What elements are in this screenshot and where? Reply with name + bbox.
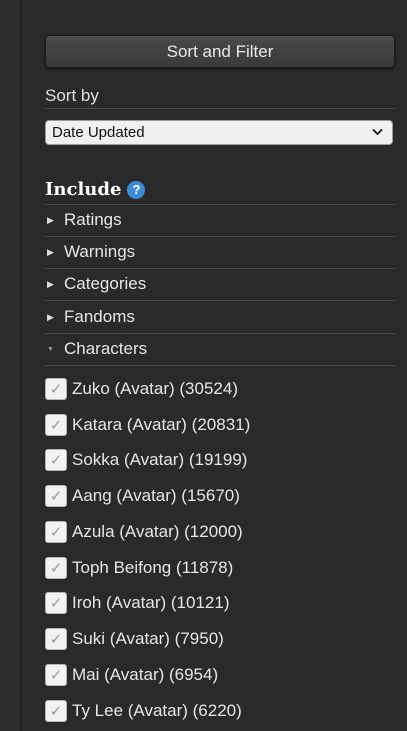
checkbox[interactable]: ✓ (45, 557, 67, 579)
checkbox[interactable]: ✓ (45, 700, 67, 722)
character-filter-item: ✓ Toph Beifong (11878) (45, 554, 233, 582)
check-icon: ✓ (49, 452, 63, 469)
left-edge-strip (0, 0, 21, 731)
character-filter-item: ✓ Suki (Avatar) (7950) (45, 625, 224, 653)
caret-down-icon: ▼ (47, 345, 54, 353)
character-label[interactable]: Azula (Avatar) (12000) (72, 522, 243, 542)
section-label: Ratings (64, 210, 122, 229)
help-icon[interactable]: ? (127, 180, 146, 199)
checkbox[interactable]: ✓ (45, 378, 67, 400)
character-label[interactable]: Toph Beifong (11878) (72, 558, 233, 578)
character-filter-item: ✓ Zuko (Avatar) (30524) (45, 375, 238, 403)
character-filter-item: ✓ Sokka (Avatar) (19199) (45, 446, 247, 474)
check-icon: ✓ (49, 560, 63, 577)
character-filter-item: ✓ Azula (Avatar) (12000) (45, 518, 243, 546)
character-label[interactable]: Sokka (Avatar) (19199) (72, 450, 247, 470)
check-icon: ✓ (49, 667, 63, 684)
character-filter-item: ✓ Katara (Avatar) (20831) (45, 411, 250, 439)
section-fandoms[interactable]: ▶ Fandoms (45, 301, 395, 333)
sort-by-label: Sort by (45, 86, 99, 105)
caret-right-icon: ▶ (47, 246, 54, 257)
character-filter-item: ✓ Mai (Avatar) (6954) (45, 661, 218, 689)
check-icon: ✓ (49, 381, 63, 398)
section-label: Fandoms (64, 307, 135, 326)
character-label[interactable]: Katara (Avatar) (20831) (72, 415, 250, 435)
character-label[interactable]: Iroh (Avatar) (10121) (72, 593, 229, 613)
check-icon: ✓ (49, 595, 63, 612)
character-filter-item: ✓ Ty Lee (Avatar) (6220) (45, 697, 242, 725)
checkbox[interactable]: ✓ (45, 414, 67, 436)
caret-right-icon: ▶ (47, 214, 54, 225)
character-label[interactable]: Ty Lee (Avatar) (6220) (72, 701, 242, 721)
caret-right-icon: ▶ (47, 278, 54, 289)
character-label[interactable]: Mai (Avatar) (6954) (72, 665, 218, 685)
checkbox[interactable]: ✓ (45, 485, 67, 507)
check-icon: ✓ (49, 631, 63, 648)
check-icon: ✓ (49, 488, 63, 505)
sort-filter-panel: Sort and Filter Sort by Date Updated Inc… (45, 0, 395, 731)
section-label: Warnings (64, 242, 136, 261)
section-categories[interactable]: ▶ Categories (45, 268, 395, 300)
section-warnings[interactable]: ▶ Warnings (45, 236, 395, 268)
checkbox[interactable]: ✓ (45, 449, 67, 471)
checkbox[interactable]: ✓ (45, 592, 67, 614)
checkbox[interactable]: ✓ (45, 664, 67, 686)
checkbox[interactable]: ✓ (45, 628, 67, 650)
chevron-down-icon (372, 125, 383, 139)
sort-by-selected-value: Date Updated (52, 124, 145, 141)
sort-and-filter-button[interactable]: Sort and Filter (45, 35, 395, 68)
section-ratings[interactable]: ▶ Ratings (45, 204, 395, 236)
character-label[interactable]: Suki (Avatar) (7950) (72, 629, 224, 649)
divider (45, 365, 395, 366)
section-label: Characters (64, 339, 148, 358)
check-icon: ✓ (49, 703, 63, 720)
include-heading-label: Include (45, 179, 122, 200)
checkbox[interactable]: ✓ (45, 521, 67, 543)
check-icon: ✓ (49, 524, 63, 541)
character-label[interactable]: Aang (Avatar) (15670) (72, 486, 240, 506)
character-filter-item: ✓ Aang (Avatar) (15670) (45, 482, 240, 510)
caret-right-icon: ▶ (47, 311, 54, 322)
section-label: Categories (64, 274, 147, 293)
include-heading: Include ? (45, 179, 146, 200)
sort-by-select[interactable]: Date Updated (45, 120, 393, 145)
section-characters[interactable]: ▼ Characters (45, 333, 395, 365)
check-icon: ✓ (49, 417, 63, 434)
character-label[interactable]: Zuko (Avatar) (30524) (72, 379, 238, 399)
character-filter-item: ✓ Iroh (Avatar) (10121) (45, 589, 229, 617)
divider (45, 108, 395, 109)
